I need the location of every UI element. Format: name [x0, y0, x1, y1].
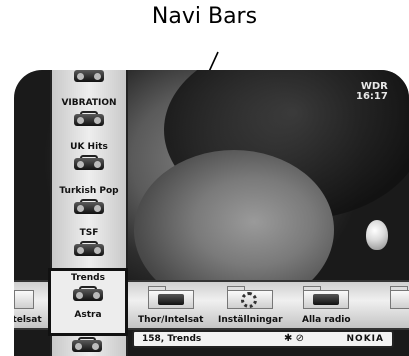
- selected-folder-label: Astra: [74, 310, 102, 320]
- tv-folder-icon: [14, 286, 34, 309]
- brand-logo: NOKIA: [346, 334, 384, 344]
- clock-time: 16:17: [356, 91, 388, 102]
- bottombar-item-label: ntelsat: [14, 315, 42, 325]
- scramble-icon: ✱: [284, 333, 293, 344]
- radio-icon: [74, 241, 104, 257]
- settings-folder-icon: [227, 286, 274, 309]
- earring-image: [366, 220, 388, 250]
- radio-icon: [72, 337, 102, 353]
- sidebar-item-label: Turkish Pop: [59, 186, 119, 196]
- bottombar-item-thor-intelsat[interactable]: Thor/Intelsat: [138, 286, 203, 325]
- radio-icon: [74, 155, 104, 171]
- bottombar-item-label: Inställningar: [218, 315, 283, 325]
- radio-icon: [74, 199, 104, 215]
- bottombar-item-intelsat[interactable]: ntelsat: [14, 286, 42, 325]
- sidebar-item-uk-hits[interactable]: UK Hits: [52, 142, 126, 175]
- radio-icon: [73, 286, 103, 302]
- sidebar-item-label: UK Hits: [70, 142, 108, 152]
- status-channel: 158, Trends: [142, 334, 202, 344]
- selected-item-label: Trends: [71, 273, 105, 283]
- channel-logo: WDR 16:17: [356, 82, 388, 102]
- bottombar-item-label: Thor/Intelsat: [138, 315, 204, 325]
- bottombar-item-alla-radio[interactable]: Alla radio: [302, 286, 351, 325]
- bottombar-item-installningar[interactable]: Inställningar: [218, 286, 283, 325]
- annotation-title: Navi Bars: [151, 4, 258, 29]
- radio-folder-icon: [147, 286, 194, 309]
- sidebar-item-tsf[interactable]: TSF: [52, 228, 126, 261]
- radio-folder-icon: [303, 286, 350, 309]
- status-icons: ✱ ⊘: [284, 333, 304, 344]
- sidebar-item-label: TSF: [79, 228, 99, 238]
- radio-icon: [74, 70, 104, 83]
- sidebar-item-next[interactable]: [50, 334, 124, 356]
- bottombar-partial-item[interactable]: [390, 286, 409, 312]
- no-icon: ⊘: [295, 333, 304, 344]
- sidebar-item-label: VIBRATION: [61, 98, 117, 108]
- tv-screen: WDR 16:17 VIBRATION UK Hits Turkish Pop …: [14, 70, 409, 356]
- sidebar-item-turkish-pop[interactable]: Turkish Pop: [52, 186, 126, 219]
- status-bar: 158, Trends ✱ ⊘ NOKIA: [132, 330, 394, 348]
- selected-item-highlight[interactable]: Trends Astra: [48, 268, 128, 336]
- sidebar-partial-item[interactable]: [52, 70, 126, 87]
- sidebar-item-vibration[interactable]: VIBRATION: [52, 98, 126, 131]
- folder-icon: [390, 286, 409, 309]
- radio-icon: [74, 111, 104, 127]
- bottombar-item-label: Alla radio: [302, 315, 351, 325]
